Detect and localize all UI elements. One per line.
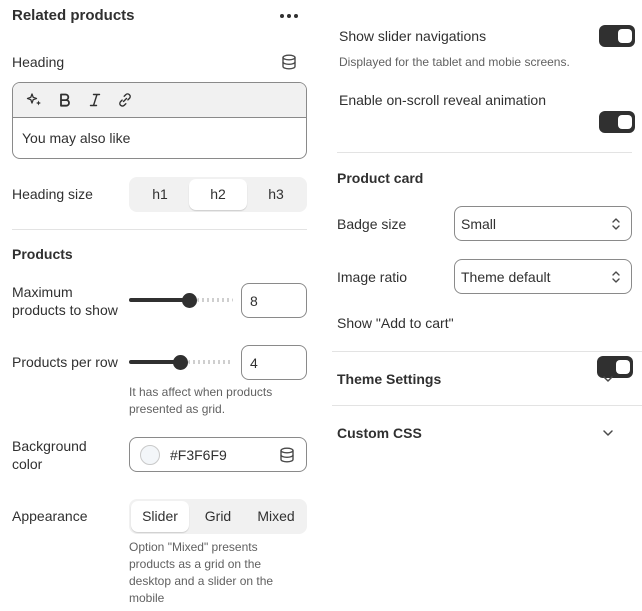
divider (12, 229, 307, 230)
italic-icon (89, 93, 101, 107)
chevron-down-icon (603, 430, 613, 436)
heading-size-h2[interactable]: h2 (189, 179, 247, 210)
slider-track (188, 360, 233, 364)
rich-text-toolbar (13, 83, 306, 118)
select-chevron-icon (612, 217, 620, 230)
appearance-help: Option "Mixed" presents products as a gr… (129, 540, 274, 605)
italic-button[interactable] (83, 88, 107, 112)
max-products-input[interactable]: 8 (241, 283, 307, 318)
heading-label: Heading (12, 54, 65, 70)
background-color-field[interactable]: #F3F6F9 (129, 437, 307, 472)
appearance-label: Appearance (12, 508, 88, 524)
products-per-row-help: It has affect when products presented as… (129, 385, 273, 416)
database-icon (282, 54, 296, 70)
section-title-related-products: Related products (12, 7, 135, 24)
dynamic-source-button[interactable] (280, 53, 298, 71)
toggle-knob (618, 115, 632, 129)
reveal-animation-label: Enable on-scroll reveal animation (339, 92, 546, 108)
badge-size-value: Small (461, 215, 497, 232)
bold-button[interactable] (53, 88, 77, 112)
section-title-product-card: Product card (337, 170, 424, 186)
toggle-knob (618, 29, 632, 43)
select-chevron-icon (612, 270, 620, 283)
link-button[interactable] (113, 88, 137, 112)
products-per-row-input[interactable]: 4 (241, 345, 307, 380)
ai-sparkle-button[interactable] (23, 88, 47, 112)
custom-css-collapsible[interactable]: Custom CSS (337, 420, 615, 446)
reveal-animation-toggle[interactable] (599, 111, 635, 133)
dot-icon (287, 14, 291, 18)
heading-size-label: Heading size (12, 186, 93, 202)
badge-size-label: Badge size (337, 216, 407, 232)
toggle-knob (616, 360, 630, 374)
products-per-row-slider[interactable] (129, 353, 233, 371)
products-per-row-label: Products per row (12, 354, 118, 370)
link-icon (119, 93, 131, 107)
sparkle-icon (26, 93, 41, 106)
custom-css-title: Custom CSS (337, 425, 422, 441)
appearance-grid-option[interactable]: Grid (189, 501, 247, 532)
divider (332, 351, 642, 352)
bold-icon (60, 93, 70, 107)
heading-rich-text-editor[interactable]: You may also like (12, 82, 307, 159)
background-color-value: #F3F6F9 (170, 446, 227, 463)
appearance-slider-option[interactable]: Slider (131, 501, 189, 532)
right-settings-column: Show slider navigations Displayed for th… (320, 0, 642, 611)
max-products-slider[interactable] (129, 291, 233, 309)
heading-text-content[interactable]: You may also like (13, 118, 306, 158)
image-ratio-select[interactable]: Theme default (454, 259, 632, 294)
color-swatch[interactable] (140, 444, 160, 465)
appearance-mixed-option[interactable]: Mixed (247, 501, 305, 532)
slider-navigation-label: Show slider navigations (339, 28, 487, 44)
divider (337, 152, 632, 153)
left-settings-column: Related products Heading You may also li… (0, 0, 320, 611)
slider-navigation-help: Displayed for the tablet and mobie scree… (339, 55, 570, 69)
heading-size-segmented: h1 h2 h3 (129, 177, 307, 212)
heading-size-h3[interactable]: h3 (247, 179, 305, 210)
divider (332, 405, 642, 406)
more-actions-button[interactable] (278, 9, 300, 23)
image-ratio-label: Image ratio (337, 269, 408, 285)
max-products-label: Maximum products to show (12, 284, 118, 318)
appearance-segmented: Slider Grid Mixed (129, 499, 307, 534)
slider-navigation-toggle[interactable] (599, 25, 635, 47)
theme-settings-title: Theme Settings (337, 371, 442, 387)
background-color-label: Background color (12, 438, 87, 472)
image-ratio-value: Theme default (461, 268, 551, 285)
database-icon[interactable] (278, 446, 296, 464)
section-title-products: Products (12, 246, 73, 262)
badge-size-select[interactable]: Small (454, 206, 632, 241)
slider-thumb[interactable] (173, 354, 188, 370)
dot-icon (294, 14, 298, 18)
add-to-cart-label: Show "Add to cart" (337, 315, 454, 331)
chevron-down-icon (603, 376, 613, 382)
slider-fill (129, 298, 189, 302)
slider-track (197, 298, 233, 302)
theme-settings-collapsible[interactable]: Theme Settings (337, 366, 615, 392)
heading-size-h1[interactable]: h1 (131, 179, 189, 210)
slider-thumb[interactable] (182, 292, 197, 308)
dot-icon (280, 14, 284, 18)
